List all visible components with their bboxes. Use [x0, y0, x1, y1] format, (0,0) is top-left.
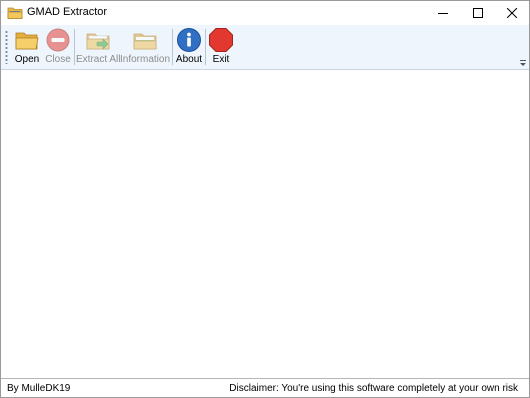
- information-folder-icon: [133, 33, 157, 50]
- maximize-icon: [473, 8, 483, 18]
- open-folder-icon: [15, 32, 39, 50]
- open-button[interactable]: Open: [11, 27, 43, 67]
- toolbar-separator: [74, 29, 75, 65]
- extract-all-label: Extract All: [76, 54, 121, 65]
- about-button[interactable]: About: [174, 27, 204, 67]
- content-area[interactable]: [1, 70, 529, 378]
- status-bar: By MulleDK19 Disclaimer: You're using th…: [1, 378, 529, 397]
- close-window-button[interactable]: [495, 1, 529, 25]
- extract-folder-icon: [86, 33, 110, 50]
- minimize-button[interactable]: [426, 1, 460, 25]
- close-circle-icon: [46, 28, 70, 52]
- open-label: Open: [14, 54, 40, 65]
- app-folder-icon: [7, 7, 23, 19]
- information-label: Information: [120, 54, 171, 65]
- toolbar: Open Close Extract All Information About…: [1, 25, 529, 70]
- author-label: By MulleDK19: [7, 383, 71, 394]
- information-button[interactable]: Information: [120, 27, 170, 67]
- toolbar-separator: [172, 29, 173, 65]
- close-icon: [507, 8, 517, 18]
- about-label: About: [175, 54, 203, 65]
- window-title: GMAD Extractor: [27, 6, 108, 18]
- close-label: Close: [45, 54, 71, 65]
- stop-icon: [209, 28, 233, 52]
- toolbar-grip[interactable]: [5, 30, 8, 64]
- extract-all-button[interactable]: Extract All: [76, 27, 120, 67]
- disclaimer-label: Disclaimer: You're using this software c…: [229, 383, 518, 394]
- minimize-icon: [438, 13, 448, 14]
- close-button[interactable]: Close: [44, 27, 72, 67]
- exit-button[interactable]: Exit: [207, 27, 235, 67]
- app-window: GMAD Extractor Open Close Extract All In…: [0, 0, 530, 398]
- maximize-button[interactable]: [461, 1, 495, 25]
- toolbar-overflow-icon[interactable]: [519, 59, 527, 67]
- info-icon: [177, 28, 201, 52]
- toolbar-separator: [205, 29, 206, 65]
- title-bar[interactable]: GMAD Extractor: [1, 1, 529, 25]
- exit-label: Exit: [212, 54, 230, 65]
